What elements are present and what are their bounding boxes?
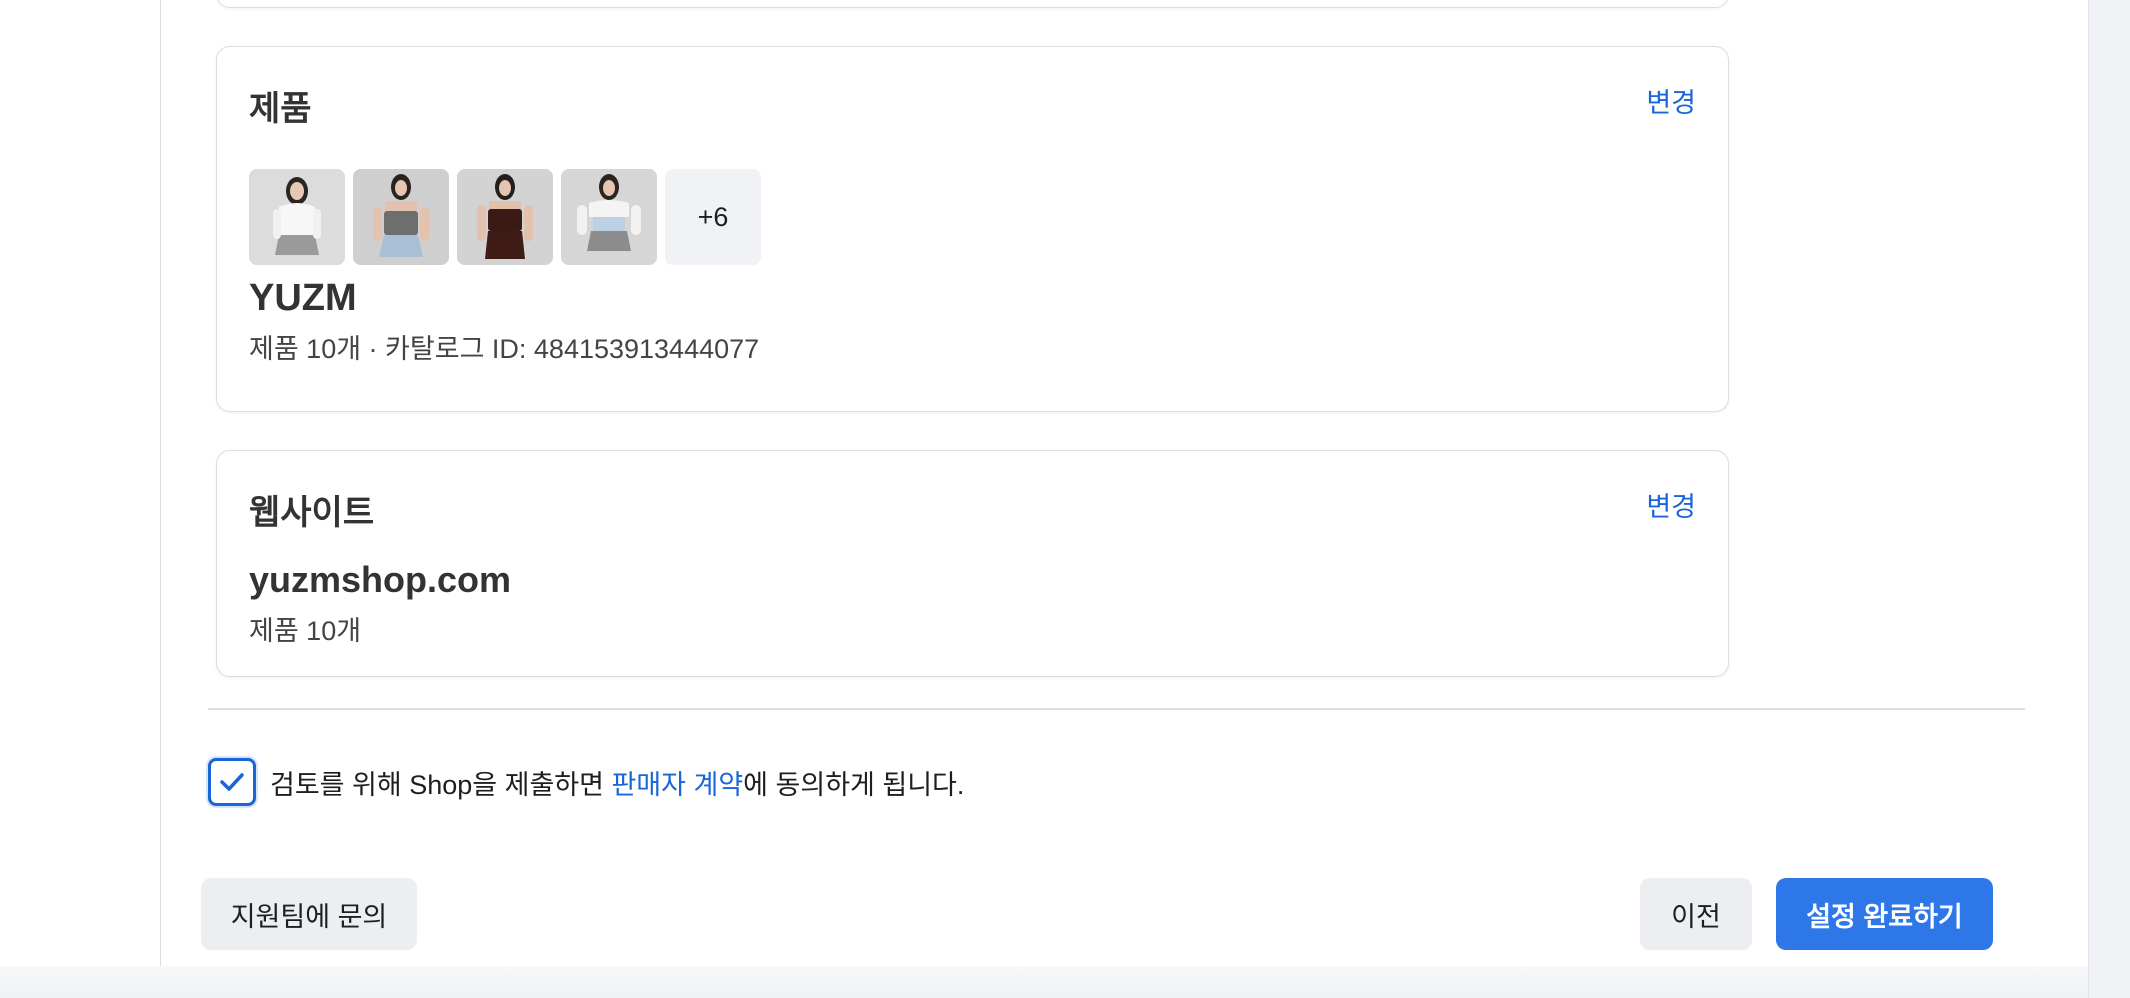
previous-button[interactable]: 이전 <box>1640 878 1752 950</box>
product-thumbnail <box>457 169 553 265</box>
previous-card-edge <box>216 0 1729 8</box>
product-thumbnail <box>561 169 657 265</box>
website-domain: yuzmshop.com <box>249 559 512 600</box>
website-card-title: 웹사이트 <box>249 494 375 532</box>
product-thumbnail <box>249 169 345 265</box>
shop-setup-review-page: 제품 변경 +6 YUZM 제품 10개 · 카탈로그 ID: 48415391… <box>0 0 2130 998</box>
right-scroll-gutter <box>2088 0 2130 998</box>
agreement-text-before: 검토를 위해 Shop을 제출하면 <box>270 769 612 800</box>
product-thumbnails: +6 <box>249 169 761 265</box>
products-card-title: 제품 <box>249 90 312 128</box>
bottom-shade <box>0 966 2088 998</box>
check-icon <box>220 773 244 791</box>
agreement-checkbox[interactable] <box>208 758 256 806</box>
product-photo-icon <box>249 169 345 265</box>
product-thumbnail <box>353 169 449 265</box>
catalog-name: YUZM <box>249 277 357 319</box>
website-card: 웹사이트 변경 yuzmshop.com 제품 10개 <box>216 450 1729 677</box>
catalog-meta: 제품 10개 · 카탈로그 ID: 484153913444077 <box>249 334 760 364</box>
more-products-badge[interactable]: +6 <box>665 169 761 265</box>
seller-agreement-link[interactable]: 판매자 계약 <box>611 770 743 800</box>
agreement-row: 검토를 위해 Shop을 제출하면 판매자 계약에 동의하게 됩니다. <box>208 758 964 806</box>
contact-support-button[interactable]: 지원팀에 문의 <box>201 878 417 950</box>
products-card: 제품 변경 +6 YUZM 제품 10개 · 카탈로그 ID: 48415391… <box>216 46 1729 412</box>
agreement-text: 검토를 위해 Shop을 제출하면 판매자 계약에 동의하게 됩니다. <box>270 763 964 802</box>
products-change-link[interactable]: 변경 <box>1646 81 1696 120</box>
product-photo-icon <box>561 169 657 265</box>
section-divider <box>208 708 2025 710</box>
product-photo-icon <box>353 169 449 265</box>
product-photo-icon <box>457 169 553 265</box>
website-meta: 제품 10개 <box>249 616 362 646</box>
agreement-text-after: 에 동의하게 됩니다. <box>743 769 965 800</box>
website-change-link[interactable]: 변경 <box>1646 485 1696 524</box>
finish-setup-button[interactable]: 설정 완료하기 <box>1776 878 1993 950</box>
left-border <box>160 0 161 966</box>
